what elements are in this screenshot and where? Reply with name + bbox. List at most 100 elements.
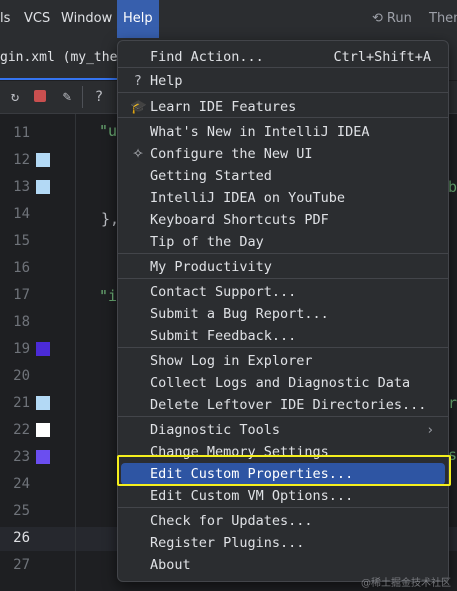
menu-separator <box>118 416 448 417</box>
menu-item-submit-feedback[interactable]: Submit Feedback... <box>121 325 445 347</box>
menu-item-check-for-updates[interactable]: Check for Updates... <box>121 510 445 532</box>
menu-item-submit-a-bug-report[interactable]: Submit a Bug Report... <box>121 303 445 325</box>
stop-icon[interactable] <box>34 90 46 102</box>
submenu-arrow-icon: › <box>427 422 433 438</box>
menu-item-label: Register Plugins... <box>150 535 305 551</box>
line-number: 19 <box>13 341 30 357</box>
menu-item-help[interactable]: ? Help <box>121 70 445 92</box>
menu-item-intellij-idea-on-youtube[interactable]: IntelliJ IDEA on YouTube <box>121 187 445 209</box>
code-line-16: "i <box>99 287 118 305</box>
menu-separator <box>118 507 448 508</box>
menu-vcs[interactable]: VCS <box>24 0 50 38</box>
menu-item-label: Collect Logs and Diagnostic Data <box>150 375 411 391</box>
line-number: 11 <box>13 125 30 141</box>
menu-item-label: Edit Custom Properties... <box>150 466 354 482</box>
brush-icon[interactable]: ✎ <box>56 86 78 108</box>
menu-item-label: Find Action... <box>150 49 264 65</box>
menu-item-label: Diagnostic Tools <box>150 422 281 438</box>
code-line-11: "u <box>99 122 118 140</box>
help-icon[interactable]: ? <box>88 86 110 108</box>
menu-item-configure-the-new-ui[interactable]: ✧ Configure the New UI <box>121 143 445 165</box>
menu-separator <box>118 278 448 279</box>
menu-item-label: Learn IDE Features <box>150 99 297 115</box>
menu-separator <box>118 253 448 254</box>
menu-item-tip-of-the-day[interactable]: Tip of the Day <box>121 231 445 253</box>
menu-item-collect-logs-and-diagnostic-data[interactable]: Collect Logs and Diagnostic Data <box>121 372 445 394</box>
line-number: 16 <box>13 260 30 276</box>
menu-item-label: Submit a Bug Report... <box>150 306 329 322</box>
menu-item-label: What's New in IntelliJ IDEA <box>150 124 370 140</box>
question-icon: ? <box>134 73 142 89</box>
menu-item-delete-leftover-ide-directories[interactable]: Delete Leftover IDE Directories... <box>121 394 445 416</box>
menu-item-register-plugins[interactable]: Register Plugins... <box>121 532 445 554</box>
menu-item-label: Submit Feedback... <box>150 328 297 344</box>
menu-item-label: Getting Started <box>150 168 272 184</box>
color-swatch[interactable] <box>36 450 50 464</box>
menu-item-my-productivity[interactable]: My Productivity <box>121 256 445 278</box>
sparkle-icon: ✧ <box>132 146 144 162</box>
menu-item-label: Show Log in Explorer <box>150 353 313 369</box>
line-number: 23 <box>13 449 30 465</box>
color-swatch[interactable] <box>36 153 50 167</box>
line-number: 17 <box>13 287 30 303</box>
menu-item-label: My Productivity <box>150 259 272 275</box>
menu-item-label: Edit Custom VM Options... <box>150 488 354 504</box>
main-menubar: ls VCS Window Help ⟲Run Them <box>0 0 457 38</box>
menu-item-label: IntelliJ IDEA on YouTube <box>150 190 346 206</box>
code-line-13-tail: b <box>448 178 457 196</box>
menu-separator <box>118 347 448 348</box>
menu-item-about[interactable]: About <box>121 554 445 576</box>
line-number: 24 <box>13 476 30 492</box>
menu-item-label: Delete Leftover IDE Directories... <box>150 397 427 413</box>
run-label: Run <box>386 11 412 26</box>
menu-item-label: Check for Updates... <box>150 513 313 529</box>
menu-separator <box>118 92 448 93</box>
menu-item-getting-started[interactable]: Getting Started <box>121 165 445 187</box>
menu-item-show-log-in-explorer[interactable]: Show Log in Explorer <box>121 350 445 372</box>
rerun-icon[interactable]: ↻ <box>4 86 26 108</box>
menu-item-find-action[interactable]: Find Action... Ctrl+Shift+A <box>121 46 445 68</box>
menu-item-what-s-new-in-intellij-idea[interactable]: What's New in IntelliJ IDEA <box>121 121 445 143</box>
menu-item-contact-support[interactable]: Contact Support... <box>121 281 445 303</box>
themes-button[interactable]: Them <box>429 0 457 38</box>
menu-item-learn-ide-features[interactable]: 🎓 Learn IDE Features <box>121 96 445 118</box>
run-config-icon: ⟲ <box>372 11 383 26</box>
line-number: 18 <box>13 314 30 330</box>
line-number: 13 <box>13 179 30 195</box>
gutter-divider <box>75 114 76 591</box>
color-swatch[interactable] <box>36 423 50 437</box>
menu-item-label: Contact Support... <box>150 284 297 300</box>
tab-active-file[interactable]: gin.xml (my_the <box>0 38 125 80</box>
line-number: 12 <box>13 152 30 168</box>
graduation-cap-icon: 🎓 <box>130 99 147 115</box>
line-number: 22 <box>13 422 30 438</box>
menu-window[interactable]: Window <box>61 0 112 38</box>
menu-item-label: Tip of the Day <box>150 234 264 250</box>
menu-item-keyboard-shortcuts-pdf[interactable]: Keyboard Shortcuts PDF <box>121 209 445 231</box>
menu-item-diagnostic-tools[interactable]: Diagnostic Tools › <box>121 419 445 441</box>
toolbar-divider <box>82 86 83 108</box>
watermark-text: @稀土掘金技术社区 <box>361 578 451 589</box>
color-swatch[interactable] <box>36 180 50 194</box>
line-number: 20 <box>13 368 30 384</box>
help-menu-popup: Find Action... Ctrl+Shift+A? Help 🎓 Learn ID… <box>117 40 449 582</box>
menu-item-change-memory-settings[interactable]: Change Memory Settings <box>121 441 445 463</box>
line-number: 27 <box>13 557 30 573</box>
line-number: 14 <box>13 206 30 222</box>
menu-tools-partial[interactable]: ls <box>0 0 10 38</box>
color-swatch[interactable] <box>36 396 50 410</box>
line-number: 26 <box>13 530 30 546</box>
menu-item-shortcut: Ctrl+Shift+A <box>333 49 431 65</box>
code-line-23-tail: s <box>448 446 457 464</box>
menu-item-label: Change Memory Settings <box>150 444 329 460</box>
code-line-21-tail: r <box>448 394 457 412</box>
run-button[interactable]: ⟲ Run <box>372 0 412 38</box>
menu-item-label: Configure the New UI <box>150 146 313 162</box>
menu-item-edit-custom-properties[interactable]: Edit Custom Properties... <box>121 463 445 485</box>
menu-item-label: Help <box>150 73 183 89</box>
color-swatch[interactable] <box>36 342 50 356</box>
menu-item-edit-custom-vm-options[interactable]: Edit Custom VM Options... <box>121 485 445 507</box>
menu-help[interactable]: Help <box>117 0 159 38</box>
line-number: 21 <box>13 395 30 411</box>
menu-item-label: About <box>150 557 191 573</box>
